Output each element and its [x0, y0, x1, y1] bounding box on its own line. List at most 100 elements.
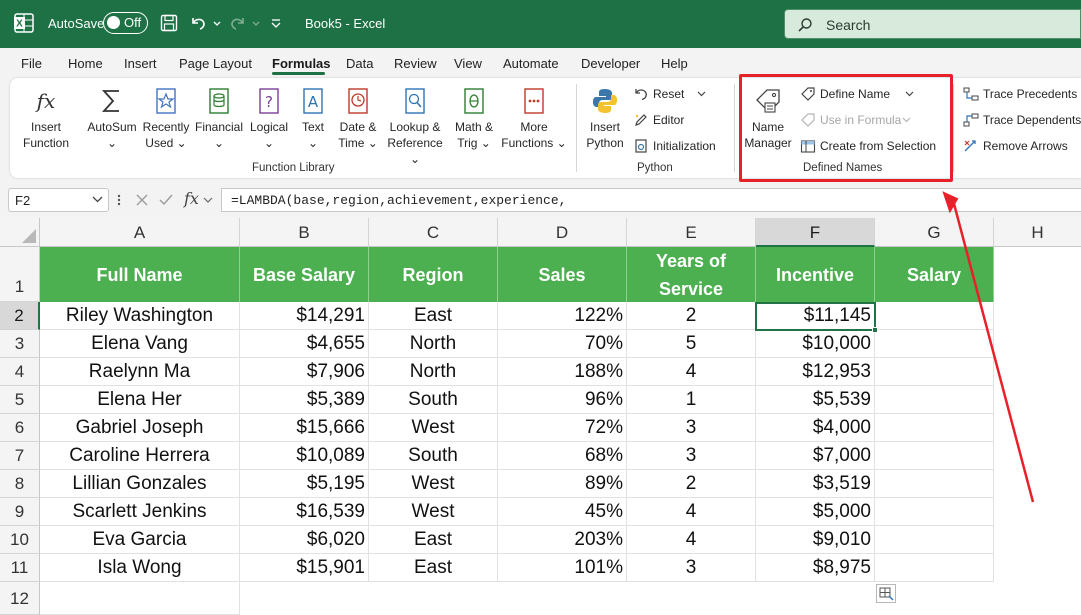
row-header-12[interactable]: 12: [0, 582, 40, 615]
tab-developer[interactable]: Developer: [581, 56, 640, 71]
header-region[interactable]: Region: [369, 247, 498, 302]
column-header-g[interactable]: G: [875, 218, 994, 247]
cell-incentive[interactable]: $3,519: [756, 470, 875, 498]
cell-sales[interactable]: 45%: [498, 498, 627, 526]
cell-base-salary[interactable]: $16,539: [240, 498, 369, 526]
text-button[interactable]: A Text ⌄: [295, 86, 331, 151]
header-salary[interactable]: Salary: [875, 247, 994, 302]
cell-sales[interactable]: 89%: [498, 470, 627, 498]
trace-precedents-button[interactable]: Trace Precedents: [963, 86, 1081, 104]
header-sales[interactable]: Sales: [498, 247, 627, 302]
customize-toolbar-icon[interactable]: [269, 13, 283, 33]
select-all-button[interactable]: [0, 218, 40, 247]
cell-full-name[interactable]: Elena Vang: [40, 330, 240, 358]
column-header-e[interactable]: E: [627, 218, 756, 247]
cell-base-salary[interactable]: $14,291: [240, 302, 369, 330]
cell-region[interactable]: West: [369, 414, 498, 442]
cell-salary[interactable]: [875, 330, 994, 358]
cell-years-of-service[interactable]: 3: [627, 442, 756, 470]
header-full-name[interactable]: Full Name: [40, 247, 240, 302]
active-cell-selection[interactable]: [755, 302, 878, 333]
tab-file[interactable]: File: [21, 56, 42, 71]
cell-base-salary[interactable]: $5,195: [240, 470, 369, 498]
search-input[interactable]: Search: [784, 9, 1081, 39]
header-base-salary[interactable]: Base Salary: [240, 247, 369, 302]
column-header-a[interactable]: A: [40, 218, 240, 247]
cell-full-name[interactable]: Riley Washington: [40, 302, 240, 330]
fill-handle[interactable]: [872, 327, 878, 333]
cell-years-of-service[interactable]: 2: [627, 470, 756, 498]
row-header-11[interactable]: 11: [0, 554, 40, 582]
column-header-f[interactable]: F: [756, 218, 875, 247]
initialization-button[interactable]: Initialization: [633, 138, 733, 156]
cell-region[interactable]: South: [369, 442, 498, 470]
cell-years-of-service[interactable]: 4: [627, 358, 756, 386]
cell-incentive[interactable]: $4,000: [756, 414, 875, 442]
quick-analysis-button[interactable]: [876, 584, 896, 603]
insert-python-button[interactable]: Insert Python: [582, 86, 628, 151]
cell-region[interactable]: East: [369, 302, 498, 330]
save-icon[interactable]: [159, 13, 179, 33]
cell-base-salary[interactable]: $4,655: [240, 330, 369, 358]
cell-full-name[interactable]: Scarlett Jenkins: [40, 498, 240, 526]
name-box[interactable]: F2: [8, 188, 109, 212]
cell-years-of-service[interactable]: 5: [627, 330, 756, 358]
header-years-of-service[interactable]: Years of Service: [627, 247, 756, 302]
formula-input[interactable]: =LAMBDA(base,region,achievement,experien…: [221, 188, 1081, 212]
cell-full-name[interactable]: Eva Garcia: [40, 526, 240, 554]
remove-arrows-button[interactable]: Remove Arrows: [963, 138, 1081, 156]
cell-sales[interactable]: 101%: [498, 554, 627, 582]
cell-region[interactable]: West: [369, 498, 498, 526]
cell-full-name[interactable]: Gabriel Joseph: [40, 414, 240, 442]
formula-bar-splitter-icon[interactable]: [116, 192, 122, 208]
cell-salary[interactable]: [875, 358, 994, 386]
cell-full-name[interactable]: Caroline Herrera: [40, 442, 240, 470]
tab-home[interactable]: Home: [68, 56, 103, 71]
tab-view[interactable]: View: [454, 56, 482, 71]
undo-icon[interactable]: [188, 13, 208, 33]
fx-dropdown-icon[interactable]: [203, 196, 213, 204]
recently-used-button[interactable]: Recently Used ⌄: [142, 86, 190, 151]
cell-salary[interactable]: [875, 414, 994, 442]
cell-region[interactable]: East: [369, 526, 498, 554]
autosum-button[interactable]: AutoSum ⌄: [84, 86, 140, 151]
cell-incentive[interactable]: $10,000: [756, 330, 875, 358]
cell-base-salary[interactable]: $7,906: [240, 358, 369, 386]
math-trig-button[interactable]: Math & Trig ⌄: [451, 86, 497, 151]
cancel-icon[interactable]: [134, 192, 150, 208]
cell-full-name[interactable]: Isla Wong: [40, 554, 240, 582]
cell-base-salary[interactable]: $5,389: [240, 386, 369, 414]
tab-automate[interactable]: Automate: [503, 56, 559, 71]
cell-base-salary[interactable]: $15,666: [240, 414, 369, 442]
cell-incentive[interactable]: $8,975: [756, 554, 875, 582]
cell-full-name[interactable]: Raelynn Ma: [40, 358, 240, 386]
tab-page-layout[interactable]: Page Layout: [179, 56, 252, 71]
cell-sales[interactable]: 72%: [498, 414, 627, 442]
insert-function-fx-icon[interactable]: fx: [184, 189, 199, 208]
column-header-b[interactable]: B: [240, 218, 369, 247]
cell-incentive[interactable]: $7,000: [756, 442, 875, 470]
column-header-h[interactable]: H: [994, 218, 1081, 247]
column-header-c[interactable]: C: [369, 218, 498, 247]
row-header-5[interactable]: 5: [0, 386, 40, 414]
tab-review[interactable]: Review: [394, 56, 437, 71]
row-header-4[interactable]: 4: [0, 358, 40, 386]
row-header-1[interactable]: 1: [0, 247, 40, 302]
cell-incentive[interactable]: $5,000: [756, 498, 875, 526]
row-header-3[interactable]: 3: [0, 330, 40, 358]
cell-region[interactable]: South: [369, 386, 498, 414]
cell-years-of-service[interactable]: 4: [627, 498, 756, 526]
row-header-6[interactable]: 6: [0, 414, 40, 442]
cell-years-of-service[interactable]: 3: [627, 414, 756, 442]
enter-check-icon[interactable]: [158, 192, 174, 208]
cell-years-of-service[interactable]: 1: [627, 386, 756, 414]
cell-salary[interactable]: [875, 554, 994, 582]
lookup-reference-button[interactable]: Lookup & Reference ⌄: [382, 86, 448, 167]
cell-salary[interactable]: [875, 302, 994, 330]
header-incentive[interactable]: Incentive: [756, 247, 875, 302]
cell-base-salary[interactable]: $6,020: [240, 526, 369, 554]
cell-region[interactable]: East: [369, 554, 498, 582]
cell-sales[interactable]: 203%: [498, 526, 627, 554]
cell-salary[interactable]: [875, 470, 994, 498]
date-time-button[interactable]: Date & Time ⌄: [336, 86, 380, 151]
